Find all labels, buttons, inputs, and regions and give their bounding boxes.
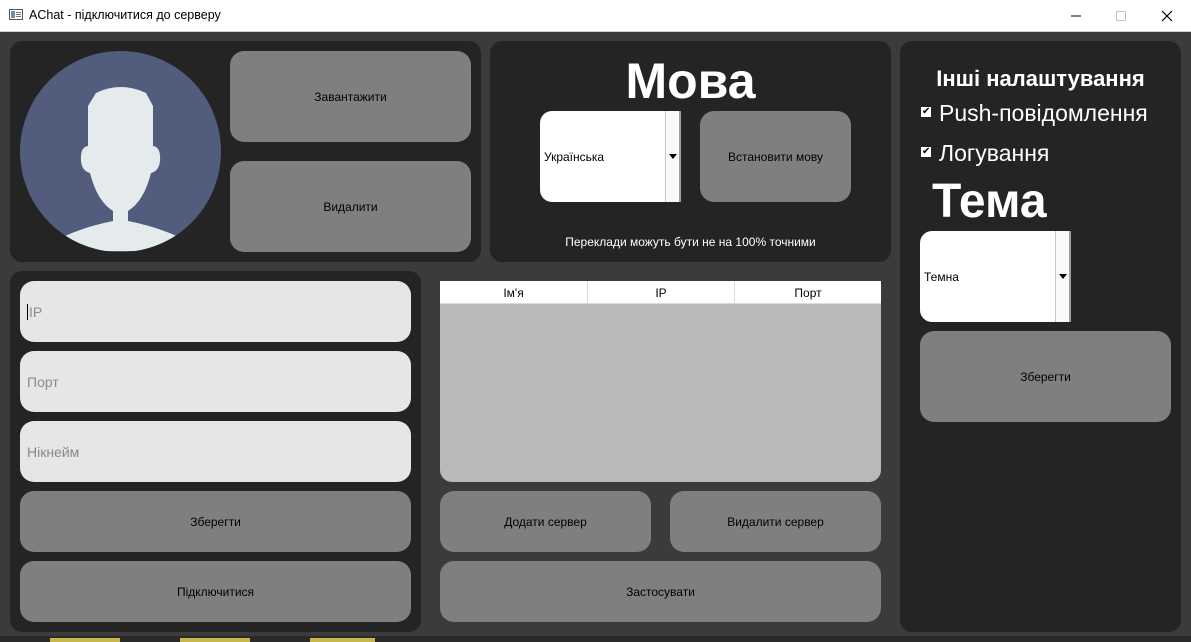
window-title: AChat - підключитися до серверу	[29, 8, 221, 22]
ip-placeholder: IP	[29, 303, 43, 320]
push-notifications-label: Push-повідомлення	[939, 100, 1148, 126]
other-settings-heading: Інші налаштування	[936, 66, 1145, 91]
title-bar: AChat - підключитися до серверу	[0, 0, 1191, 32]
remove-server-button[interactable]: Видалити сервер	[670, 491, 881, 552]
port-placeholder: Порт	[27, 373, 59, 390]
nickname-input[interactable]: Нікнейм	[20, 421, 411, 482]
avatar[interactable]	[20, 51, 221, 252]
language-select-value: Українська	[544, 149, 605, 164]
theme-heading: Тема	[932, 175, 1047, 228]
chevron-down-icon[interactable]	[1055, 231, 1069, 322]
column-header-name[interactable]: Ім'я	[440, 281, 587, 304]
app-window-icon	[9, 9, 23, 20]
connect-button[interactable]: Підключитися	[20, 561, 411, 622]
maximize-icon	[1116, 10, 1126, 21]
logging-checkbox[interactable]	[921, 145, 931, 159]
apply-button[interactable]: Застосувати	[440, 561, 881, 622]
close-button[interactable]	[1144, 0, 1190, 31]
language-select[interactable]: Українська	[540, 111, 681, 202]
user-avatar-icon	[20, 51, 221, 252]
minimize-icon	[1071, 15, 1081, 16]
translation-note: Переклади можуть бути не на 100% точними	[565, 235, 816, 249]
bottom-strip-mark	[50, 638, 120, 642]
language-heading: Мова	[625, 53, 756, 109]
theme-select[interactable]: Темна	[920, 231, 1071, 322]
server-table-header: Ім'я IP Порт	[440, 281, 881, 304]
nickname-placeholder: Нікнейм	[27, 443, 80, 460]
bottom-strip-mark	[180, 638, 250, 642]
add-server-button[interactable]: Додати сервер	[440, 491, 651, 552]
save-settings-button[interactable]: Зберегти	[920, 331, 1171, 422]
minimize-button[interactable]	[1053, 0, 1099, 31]
theme-select-value: Темна	[924, 269, 959, 284]
port-input[interactable]: Порт	[20, 351, 411, 412]
select-edge	[679, 111, 681, 202]
column-header-ip[interactable]: IP	[587, 281, 734, 304]
ip-input[interactable]: IP	[20, 281, 411, 342]
bottom-strip-mark	[310, 638, 375, 642]
chevron-down-icon[interactable]	[665, 111, 679, 202]
select-edge	[1069, 231, 1071, 322]
column-header-port[interactable]: Порт	[734, 281, 881, 304]
delete-avatar-button[interactable]: Видалити	[230, 161, 471, 252]
maximize-button[interactable]	[1098, 0, 1144, 31]
server-table[interactable]: Ім'я IP Порт	[440, 281, 881, 482]
logging-label: Логування	[939, 140, 1050, 166]
save-connection-button[interactable]: Зберегти	[20, 491, 411, 552]
push-notifications-checkbox[interactable]	[921, 105, 931, 119]
close-icon	[1161, 10, 1173, 21]
upload-avatar-button[interactable]: Завантажити	[230, 51, 471, 142]
text-cursor	[27, 303, 28, 320]
bottom-strip	[0, 636, 1191, 642]
set-language-button[interactable]: Встановити мову	[700, 111, 851, 202]
